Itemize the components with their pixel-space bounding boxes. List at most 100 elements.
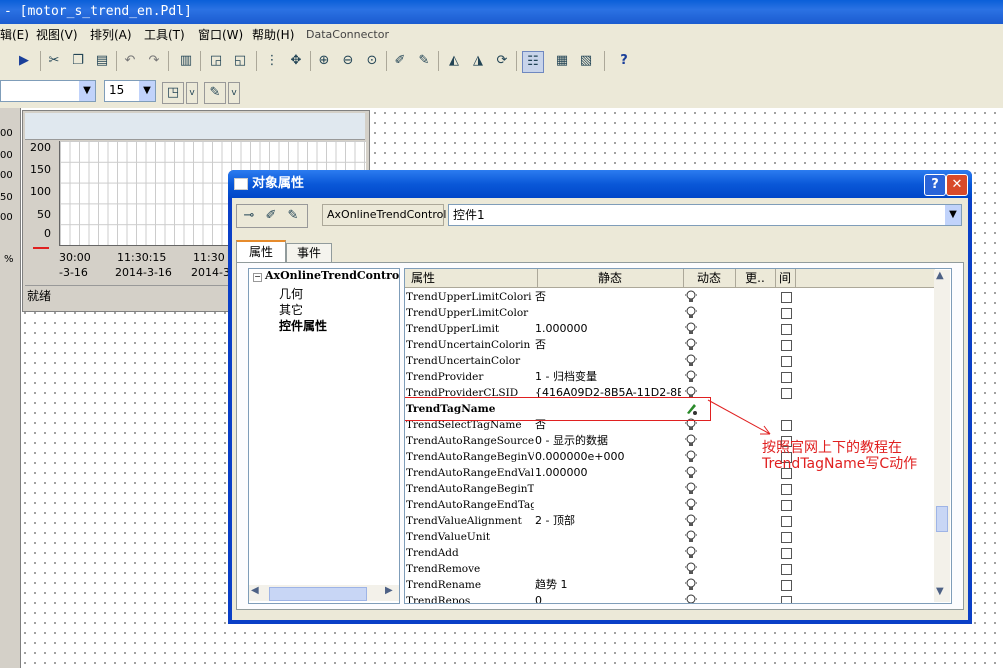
eyedropper-icon[interactable]: ✐: [261, 206, 281, 226]
column-header-update[interactable]: 更..: [735, 269, 776, 287]
paste-property-icon[interactable]: ✎: [283, 206, 303, 226]
indirect-checkbox[interactable]: [781, 580, 792, 591]
property-static-value[interactable]: 趋势 1: [535, 577, 681, 593]
indirect-checkbox[interactable]: [781, 596, 792, 603]
property-row[interactable]: TrendUncertainColor: [405, 353, 935, 369]
font-size-select[interactable]: 15 ▼: [104, 80, 156, 102]
lightbulb-icon[interactable]: [685, 322, 697, 335]
chevron-down-icon[interactable]: ▼: [139, 81, 155, 101]
snap-icon[interactable]: ✥: [286, 51, 306, 71]
indirect-checkbox[interactable]: [781, 516, 792, 527]
lightbulb-icon[interactable]: [685, 306, 697, 319]
tree-horizontal-scrollbar[interactable]: ◀ ▶: [249, 585, 399, 601]
properties-icon[interactable]: ☷: [522, 51, 544, 73]
property-row[interactable]: TrendAutoRangeEndTagN: [405, 497, 935, 513]
paste-icon[interactable]: ▤: [92, 51, 112, 71]
lightbulb-icon[interactable]: [685, 514, 697, 527]
menu-arrange[interactable]: 排列(A): [90, 24, 132, 46]
scroll-up-icon[interactable]: ▲: [936, 270, 944, 281]
lightbulb-icon[interactable]: [685, 434, 697, 447]
tree-item-other[interactable]: 其它: [279, 301, 303, 318]
close-icon[interactable]: ✕: [946, 174, 968, 196]
zoom-fit-icon[interactable]: ⊙: [362, 51, 382, 71]
property-static-value[interactable]: 0 - 显示的数据: [535, 433, 681, 449]
lightbulb-icon[interactable]: [685, 482, 697, 495]
help-icon[interactable]: ?: [924, 174, 946, 196]
property-row[interactable]: TrendProvider 1 - 归档变量: [405, 369, 935, 385]
property-static-value[interactable]: 2 - 顶部: [535, 513, 681, 529]
zoom-out-icon[interactable]: ⊖: [338, 51, 358, 71]
redo-icon[interactable]: ↷: [144, 51, 164, 71]
property-row[interactable]: TrendRepos 0: [405, 593, 935, 603]
tree-root[interactable]: AxOnlineTrendContro: [265, 269, 399, 282]
menu-edit[interactable]: 辑(E): [0, 24, 29, 46]
menu-help[interactable]: 帮助(H): [252, 24, 294, 46]
brush-icon[interactable]: ✎: [204, 82, 226, 104]
line-style-dropdown-icon[interactable]: v: [186, 82, 198, 104]
indirect-checkbox[interactable]: [781, 308, 792, 319]
indirect-checkbox[interactable]: [781, 484, 792, 495]
lightbulb-icon[interactable]: [685, 594, 697, 603]
property-row[interactable]: TrendUpperLimitColor: [405, 305, 935, 321]
indirect-checkbox[interactable]: [781, 420, 792, 431]
property-copy-icon[interactable]: ✎: [414, 51, 434, 71]
property-static-value[interactable]: 否: [535, 289, 681, 305]
lightbulb-icon[interactable]: [685, 498, 697, 511]
property-static-value[interactable]: 1 - 归档变量: [535, 369, 681, 385]
indirect-checkbox[interactable]: [781, 388, 792, 399]
property-static-value[interactable]: 否: [535, 337, 681, 353]
lightbulb-icon[interactable]: [685, 370, 697, 383]
chevron-down-icon[interactable]: ▼: [79, 81, 95, 101]
scroll-down-icon[interactable]: ▼: [936, 586, 944, 597]
line-style-icon[interactable]: ◳: [162, 82, 184, 104]
lightbulb-icon[interactable]: [685, 354, 697, 367]
cut-icon[interactable]: ✂: [44, 51, 64, 71]
indirect-checkbox[interactable]: [781, 548, 792, 559]
scroll-thumb[interactable]: [936, 506, 948, 532]
undo-icon[interactable]: ↶: [120, 51, 140, 71]
column-header-static[interactable]: 静态: [537, 269, 684, 287]
tab-events[interactable]: 事件: [286, 243, 332, 263]
copy-icon[interactable]: ❐: [68, 51, 88, 71]
zoom-in-icon[interactable]: ⊕: [314, 51, 334, 71]
column-header-dynamic[interactable]: 动态: [683, 269, 736, 287]
indirect-checkbox[interactable]: [781, 500, 792, 511]
property-row[interactable]: TrendAdd: [405, 545, 935, 561]
control-name-select[interactable]: 控件1 ▼: [448, 204, 962, 226]
flip-horizontal-icon[interactable]: ◭: [444, 51, 464, 71]
property-row[interactable]: TrendValueUnit: [405, 529, 935, 545]
property-static-value[interactable]: 0: [535, 593, 681, 603]
tree-item-geometry[interactable]: 几何: [279, 285, 303, 302]
lightbulb-icon[interactable]: [685, 290, 697, 303]
grid-vertical-scrollbar[interactable]: ▲ ▼: [934, 270, 950, 602]
brush-dropdown-icon[interactable]: v: [228, 82, 240, 104]
lightbulb-icon[interactable]: [685, 562, 697, 575]
scroll-thumb[interactable]: [269, 587, 367, 601]
tab-properties[interactable]: 属性: [236, 240, 286, 264]
menu-view[interactable]: 视图(V): [36, 24, 78, 46]
lightbulb-icon[interactable]: [685, 466, 697, 479]
lightbulb-icon[interactable]: [685, 338, 697, 351]
property-row[interactable]: TrendRemove: [405, 561, 935, 577]
scroll-right-icon[interactable]: ▶: [385, 585, 393, 596]
play-icon[interactable]: ▶: [14, 51, 34, 71]
indirect-checkbox[interactable]: [781, 372, 792, 383]
indirect-checkbox[interactable]: [781, 532, 792, 543]
lightbulb-icon[interactable]: [685, 578, 697, 591]
flip-vertical-icon[interactable]: ◮: [468, 51, 488, 71]
collapse-icon[interactable]: −: [253, 273, 262, 282]
menu-window[interactable]: 窗口(W): [198, 24, 243, 46]
property-row[interactable]: TrendUpperLimit 1.000000: [405, 321, 935, 337]
menu-tools[interactable]: 工具(T): [144, 24, 185, 46]
indirect-checkbox[interactable]: [781, 356, 792, 367]
print-icon[interactable]: ▥: [176, 51, 196, 71]
lightbulb-icon[interactable]: [685, 450, 697, 463]
lightbulb-icon[interactable]: [685, 546, 697, 559]
tree-item-control-properties[interactable]: 控件属性: [279, 317, 327, 334]
help-pointer-icon[interactable]: ?: [614, 51, 634, 71]
chevron-down-icon[interactable]: ▼: [945, 205, 961, 225]
scroll-left-icon[interactable]: ◀: [251, 585, 259, 596]
property-link-icon[interactable]: ✐: [390, 51, 410, 71]
property-row[interactable]: TrendAutoRangeBeginTa: [405, 481, 935, 497]
lightbulb-icon[interactable]: [685, 530, 697, 543]
